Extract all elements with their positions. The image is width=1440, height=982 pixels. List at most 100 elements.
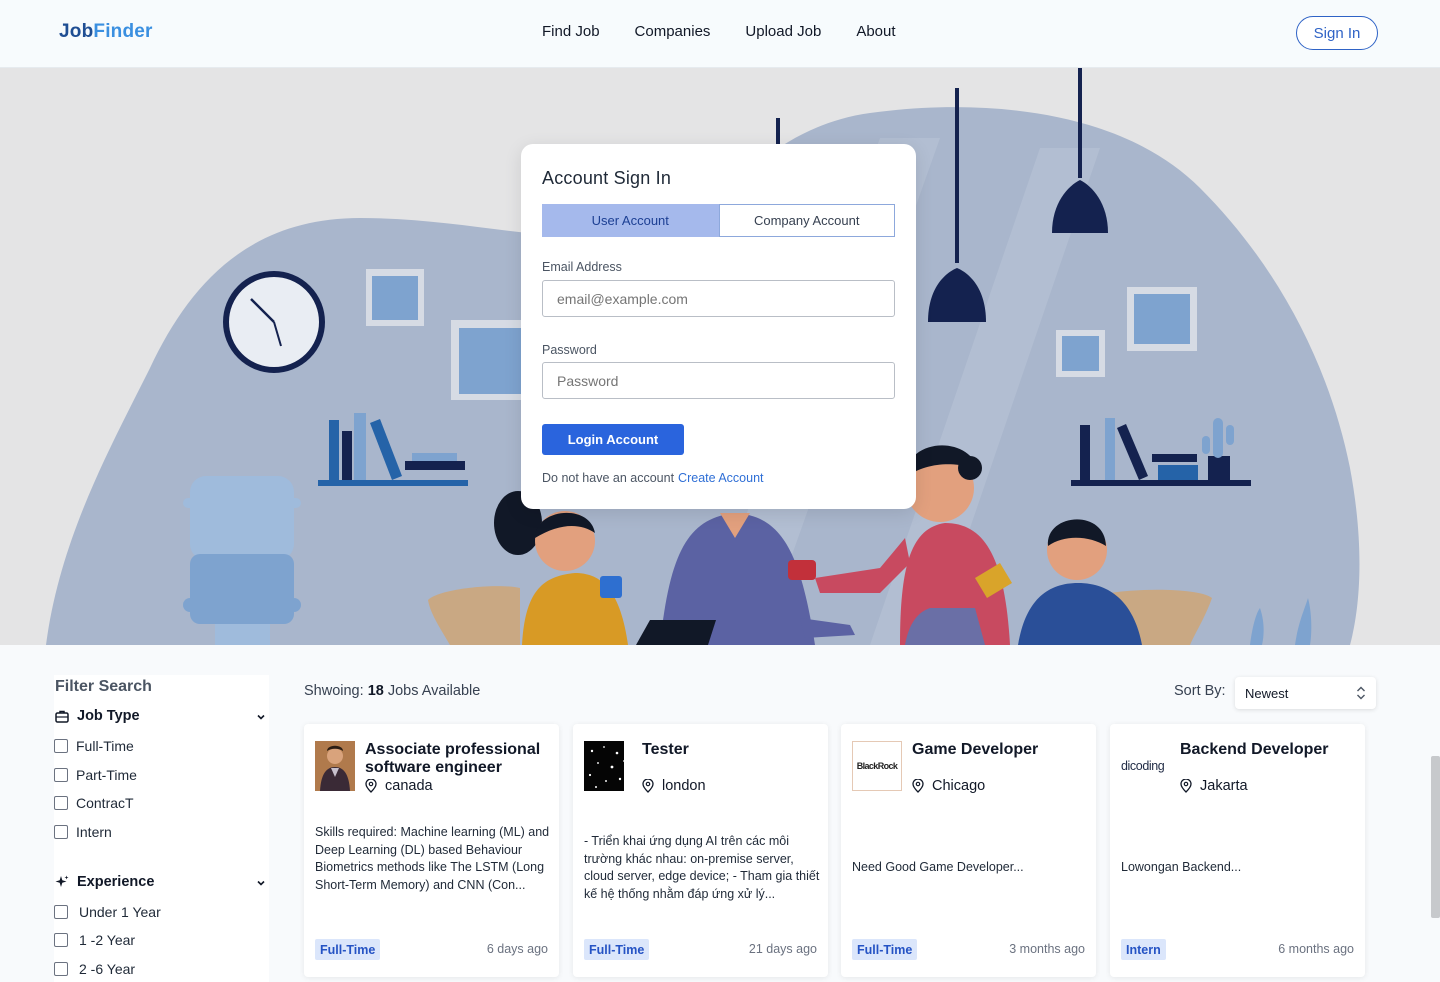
job-type-badge: Full-Time	[315, 939, 381, 960]
company-logo	[584, 741, 624, 791]
checkbox[interactable]	[54, 768, 68, 782]
nav-about[interactable]: About	[856, 23, 895, 40]
option-label: Part-Time	[76, 767, 137, 783]
job-location: canada	[365, 778, 433, 794]
company-logo-text: BlackRock	[856, 761, 898, 771]
nav-companies[interactable]: Companies	[635, 23, 711, 40]
results-count: Shwoing: 18 Jobs Available	[304, 683, 480, 699]
sparkle-icon	[55, 875, 69, 889]
experience-label: Experience	[77, 874, 155, 890]
option-label: 1 -2 Year	[79, 932, 136, 948]
job-location: Chicago	[912, 778, 985, 794]
clock-icon	[223, 271, 325, 373]
showing-label: Shwoing:	[304, 683, 364, 699]
location-pin-icon	[642, 779, 654, 793]
account-sign-in-card: Account Sign In User Account Company Acc…	[521, 144, 916, 509]
main-nav: Find Job Companies Upload Job About	[542, 23, 931, 40]
job-card[interactable]: Tester london - Triển khai ứng dụng AI t…	[573, 724, 828, 977]
checkbox[interactable]	[54, 962, 68, 976]
option-label: Intern	[76, 824, 112, 840]
logo[interactable]: JobFinder	[59, 21, 153, 43]
job-type-option-full-time[interactable]: Full-Time	[54, 738, 134, 754]
job-title[interactable]: Backend Developer	[1180, 741, 1365, 759]
filter-title: Filter Search	[55, 678, 152, 695]
job-location-text: canada	[385, 778, 433, 794]
job-type-option-part-time[interactable]: Part-Time	[54, 767, 137, 783]
sort-value: Newest	[1245, 686, 1289, 701]
job-type-toggle[interactable]: Job Type	[55, 708, 140, 724]
page-scrollbar[interactable]	[1431, 756, 1440, 918]
tab-user-account[interactable]: User Account	[542, 204, 719, 237]
password-input[interactable]	[542, 362, 895, 399]
filter-sidebar: Filter Search Job Type Full-Time Part-Ti…	[54, 675, 269, 982]
company-logo	[315, 741, 355, 791]
job-location-text: london	[662, 778, 706, 794]
option-label: ContracT	[76, 795, 134, 811]
no-account-text: Do not have an account	[542, 471, 675, 485]
job-location-text: Chicago	[932, 778, 986, 794]
job-card[interactable]: dicoding Backend Developer Jakarta Lowon…	[1110, 724, 1365, 977]
account-type-tabs: User Account Company Account	[542, 204, 895, 237]
job-card[interactable]: BlackRock Game Developer Chicago Need Go…	[841, 724, 1096, 977]
sort-arrows-icon	[1357, 686, 1365, 700]
job-title[interactable]: Game Developer	[912, 741, 1097, 759]
job-posted-time: 6 months ago	[1278, 942, 1354, 956]
company-logo-text: dicoding	[1121, 759, 1165, 773]
login-account-button[interactable]: Login Account	[542, 424, 684, 455]
sort-select[interactable]: Newest	[1235, 677, 1376, 709]
job-posted-time: 6 days ago	[486, 942, 548, 956]
checkbox[interactable]	[54, 825, 68, 839]
chevron-down-icon[interactable]	[256, 712, 266, 722]
chevron-down-icon[interactable]	[256, 878, 266, 888]
tab-company-account[interactable]: Company Account	[718, 204, 895, 237]
job-type-label: Job Type	[77, 708, 140, 724]
checkbox[interactable]	[54, 739, 68, 753]
create-account-link[interactable]: Create Account	[678, 471, 763, 485]
experience-option-2-6-year[interactable]: 2 -6 Year	[54, 961, 135, 977]
logo-part-job: Job	[59, 21, 94, 42]
company-logo: BlackRock	[852, 741, 902, 791]
job-card[interactable]: Associate professional software engineer…	[304, 724, 559, 977]
header-sign-in-button[interactable]: Sign In	[1296, 16, 1378, 50]
email-input[interactable]	[542, 280, 895, 317]
experience-option-1-2-year[interactable]: 1 -2 Year	[54, 932, 135, 948]
checkbox[interactable]	[54, 796, 68, 810]
job-description: - Triển khai ứng dụng AI trên các môi tr…	[584, 834, 820, 901]
job-description: Lowongan Backend...	[1121, 860, 1242, 874]
job-description: Need Good Game Developer...	[852, 860, 1024, 874]
job-posted-time: 21 days ago	[748, 942, 817, 956]
checkbox[interactable]	[54, 933, 68, 947]
experience-toggle[interactable]: Experience	[55, 874, 154, 890]
password-label: Password	[542, 343, 597, 357]
job-type-badge: Intern	[1121, 939, 1166, 960]
job-location: Jakarta	[1180, 778, 1248, 794]
job-type-option-contract[interactable]: ContracT	[54, 795, 134, 811]
location-pin-icon	[1180, 779, 1192, 793]
no-account-prompt: Do not have an account Create Account	[542, 471, 764, 485]
location-pin-icon	[365, 779, 377, 793]
job-description: Skills required: Machine learning (ML) a…	[315, 825, 550, 892]
jobs-available-label: Jobs Available	[387, 683, 481, 699]
hero-illustration: Account Sign In User Account Company Acc…	[0, 68, 1440, 645]
option-label: Full-Time	[76, 738, 134, 754]
job-type-option-intern[interactable]: Intern	[54, 824, 112, 840]
nav-upload-job[interactable]: Upload Job	[745, 23, 821, 40]
location-pin-icon	[912, 779, 924, 793]
briefcase-icon	[55, 709, 69, 723]
option-label: Under 1 Year	[79, 904, 161, 920]
email-label: Email Address	[542, 260, 622, 274]
logo-part-finder: Finder	[93, 21, 153, 42]
job-posted-time: 3 months ago	[1009, 942, 1085, 956]
sign-in-card-title: Account Sign In	[542, 168, 672, 188]
option-label: 2 -6 Year	[79, 961, 136, 977]
experience-option-under-1-year[interactable]: Under 1 Year	[54, 904, 161, 920]
company-logo: dicoding	[1121, 741, 1176, 791]
nav-find-job[interactable]: Find Job	[542, 23, 600, 40]
job-type-badge: Full-Time	[584, 939, 650, 960]
sort-by-label: Sort By:	[1174, 683, 1226, 699]
job-title[interactable]: Tester	[642, 741, 827, 759]
checkbox[interactable]	[54, 905, 68, 919]
job-type-badge: Full-Time	[852, 939, 918, 960]
top-navbar: JobFinder Find Job Companies Upload Job …	[0, 0, 1440, 68]
job-title[interactable]: Associate professional software engineer	[365, 741, 550, 777]
